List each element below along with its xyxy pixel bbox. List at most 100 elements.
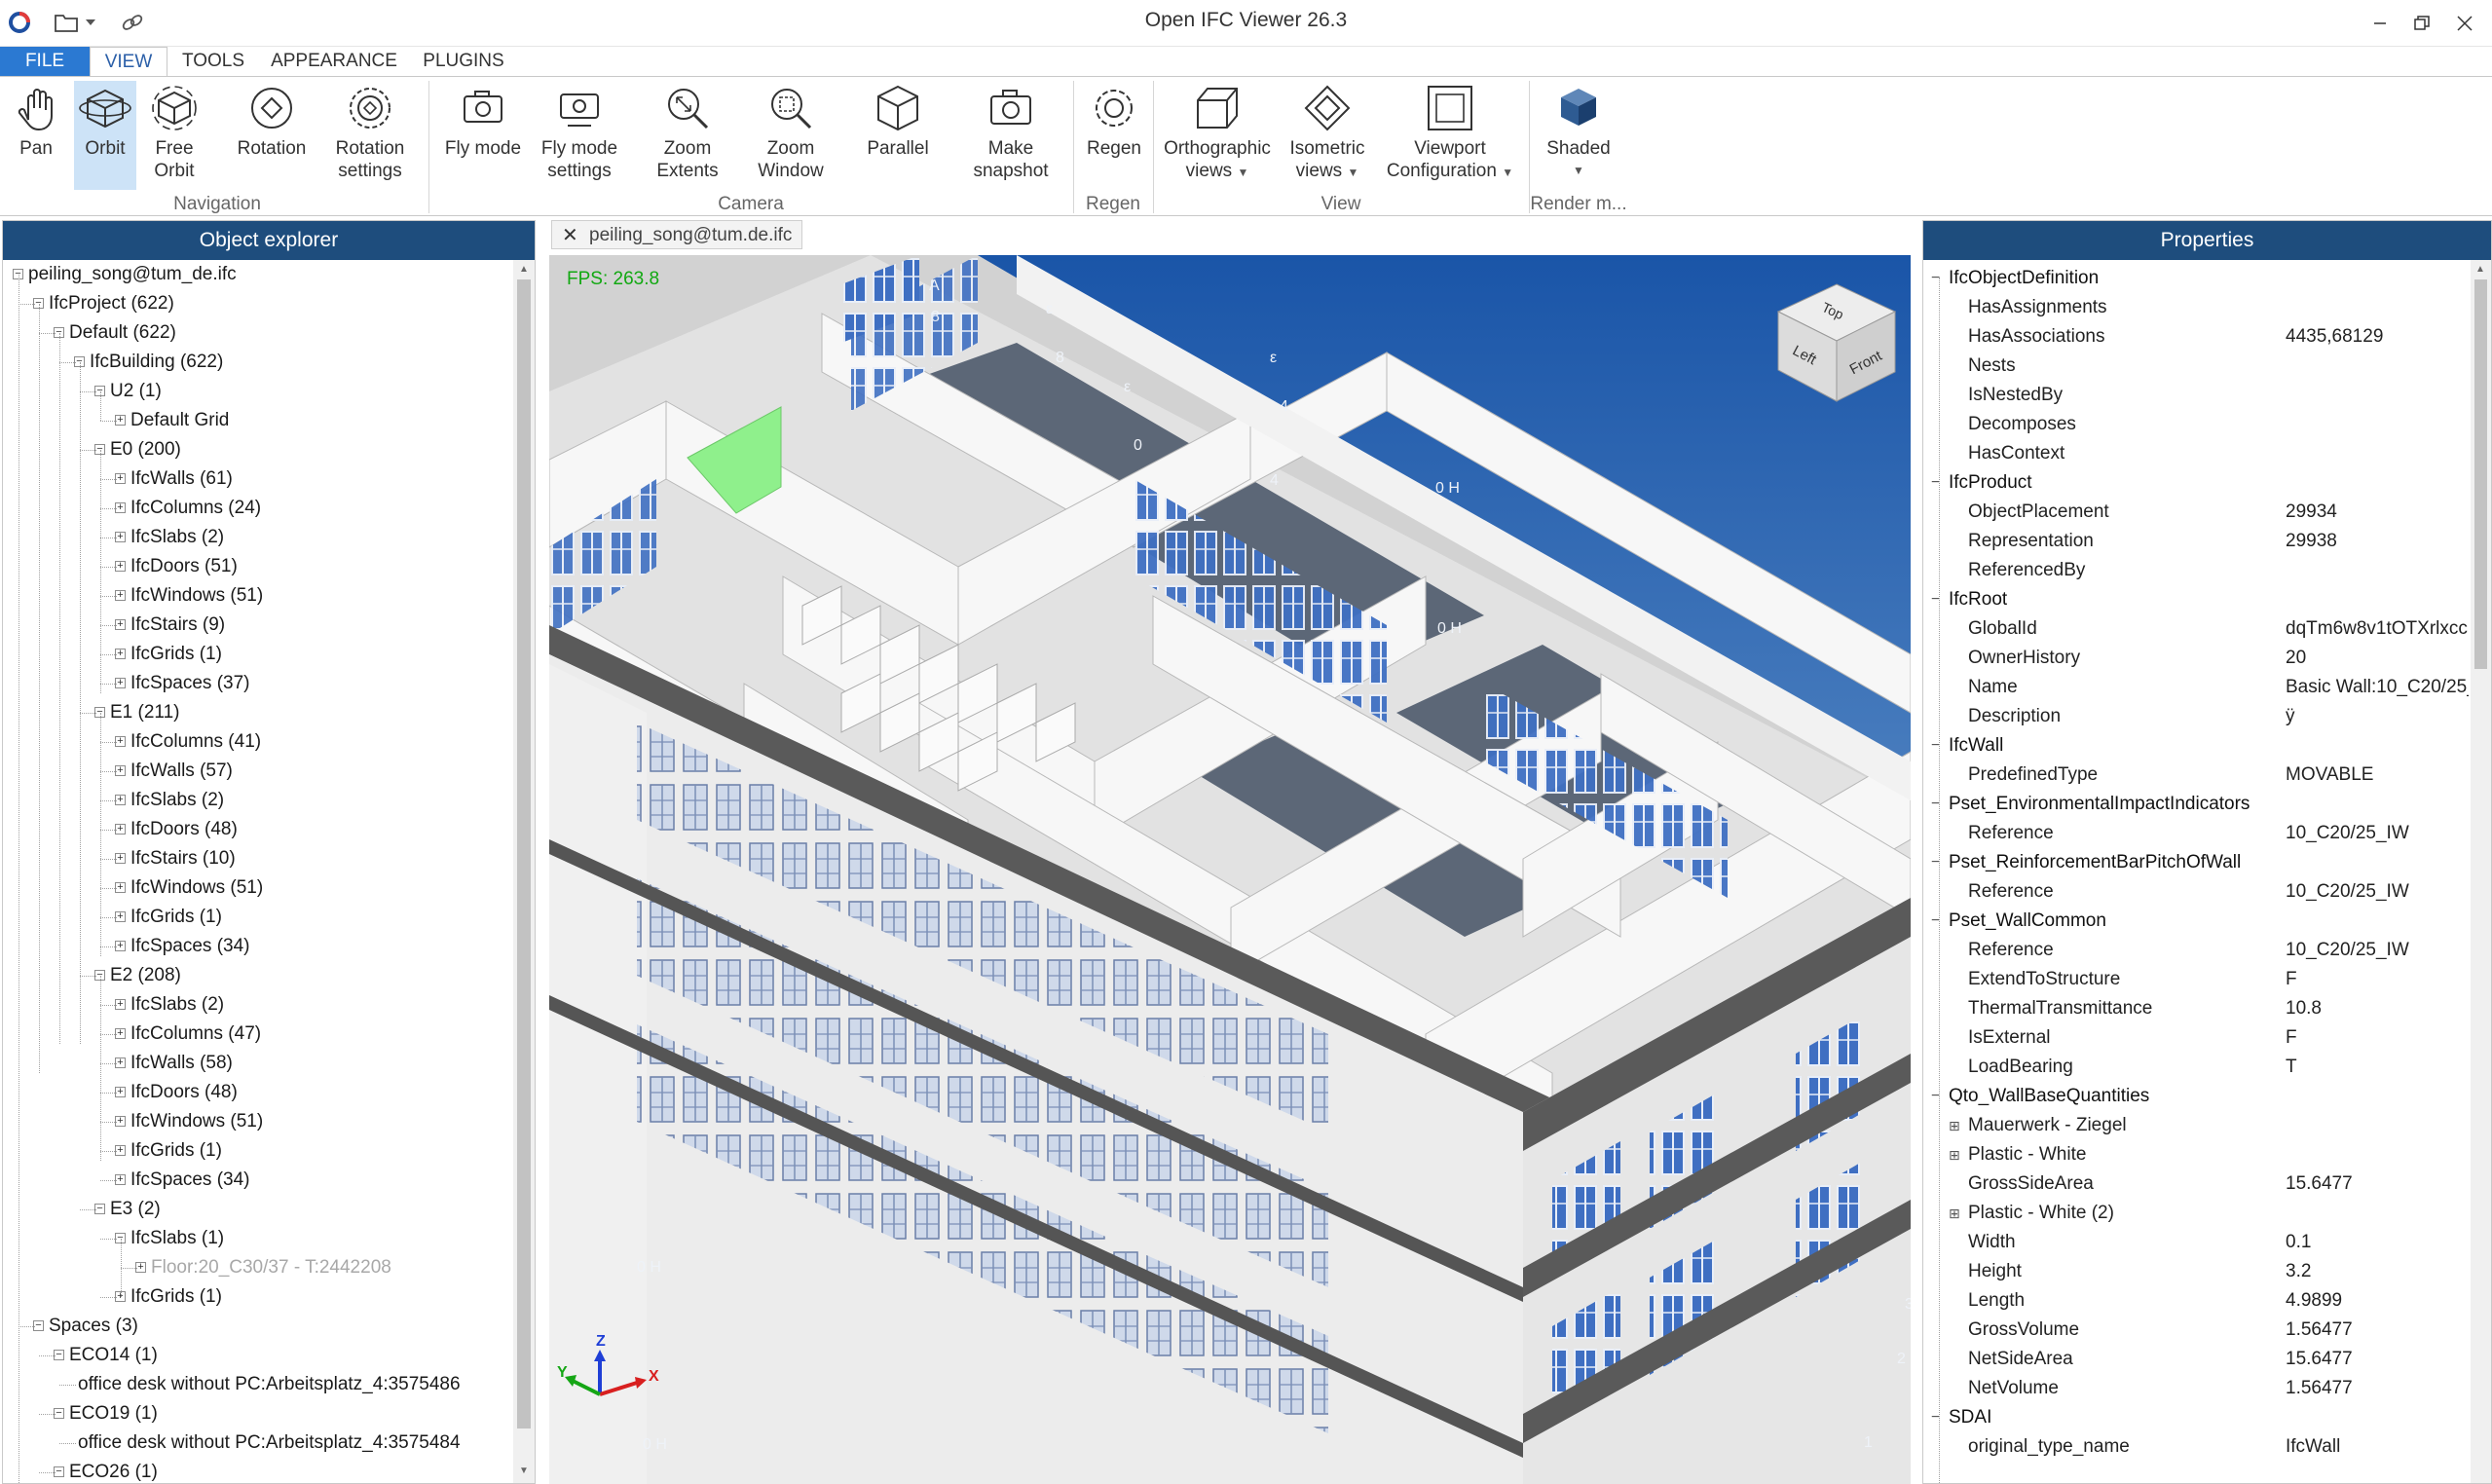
tree-node[interactable]: office desk without PC:Arbeitsplatz_4:35…: [78, 1428, 461, 1458]
tree-node[interactable]: IfcBuilding (622): [90, 348, 223, 377]
property-category[interactable]: − IfcObjectDefinition: [1923, 264, 2471, 293]
property-row[interactable]: NetVolume 1.56477: [1923, 1374, 2471, 1403]
tree-node[interactable]: IfcColumns (24): [130, 494, 261, 523]
tree-node[interactable]: IfcDoors (48): [130, 1078, 238, 1107]
property-row[interactable]: NetSideArea 15.6477: [1923, 1345, 2471, 1374]
property-row[interactable]: ObjectPlacement 29934: [1923, 498, 2471, 527]
tree-node[interactable]: Spaces (3): [49, 1312, 138, 1341]
3d-viewport[interactable]: A 8 ε 8 ε 0 ε 4 4 0 H 0 H 0 H 0 H 3 2 1 FPS: 263.8…: [549, 255, 1911, 1484]
property-row[interactable]: Representation 29938: [1923, 527, 2471, 556]
property-row[interactable]: Nests: [1923, 352, 2471, 381]
property-row[interactable]: ReferencedBy: [1923, 556, 2471, 585]
fly-mode-settings-button[interactable]: Fly mode settings: [536, 81, 623, 190]
tree-node[interactable]: E2 (208): [110, 961, 181, 990]
tree-node[interactable]: E1 (211): [110, 698, 179, 727]
tab-view[interactable]: VIEW: [90, 47, 167, 76]
property-row[interactable]: HasAssociations 4435,68129: [1923, 322, 2471, 352]
property-row[interactable]: Reference 10_C20/25_IW: [1923, 819, 2471, 848]
tree-node[interactable]: IfcSpaces (34): [130, 1166, 250, 1195]
property-row[interactable]: Description ÿ: [1923, 702, 2471, 731]
regen-button[interactable]: Regen: [1081, 81, 1147, 190]
properties-scroll-thumb[interactable]: [2474, 279, 2487, 669]
tree-node[interactable]: IfcColumns (47): [130, 1020, 261, 1049]
tree-node[interactable]: E3 (2): [110, 1195, 161, 1224]
tab-file[interactable]: FILE: [0, 47, 90, 76]
property-row[interactable]: GrossSideArea 15.6477: [1923, 1169, 2471, 1199]
tree-node[interactable]: IfcDoors (51): [130, 552, 238, 581]
rotation-settings-button[interactable]: Rotation settings: [325, 81, 415, 190]
property-row[interactable]: ⊞ Mauerwerk - Ziegel: [1923, 1111, 2471, 1140]
orthographic-views-button[interactable]: Orthographic views ▼: [1159, 81, 1276, 190]
viewport-configuration-button[interactable]: Viewport Configuration ▼: [1381, 81, 1519, 190]
scroll-down-icon[interactable]: ▼: [519, 1465, 529, 1476]
tree-node[interactable]: Default (622): [69, 318, 176, 348]
tree-node[interactable]: IfcStairs (9): [130, 611, 225, 640]
building-model-render[interactable]: A 8 ε 8 ε 0 ε 4 4 0 H 0 H 0 H 0 H 3 2 1 FPS: 263.8…: [549, 255, 1911, 1484]
property-row[interactable]: Decomposes: [1923, 410, 2471, 439]
property-row[interactable]: GlobalId dqTm6w8v1tOTXrlxcc: [1923, 614, 2471, 644]
document-tab[interactable]: ✕ peiling_song@tum.de.ifc: [551, 220, 803, 249]
property-category[interactable]: − IfcRoot: [1923, 585, 2471, 614]
expand-icon[interactable]: ⊞: [1949, 1119, 1960, 1132]
tree-node[interactable]: ECO26 (1): [69, 1458, 158, 1483]
tree-node[interactable]: IfcWalls (58): [130, 1049, 233, 1078]
make-snapshot-button[interactable]: Make snapshot: [964, 81, 1058, 190]
explorer-scrollbar[interactable]: ▲ ▼: [513, 260, 535, 1483]
tree-node[interactable]: Floor:20_C30/37 - T:2442208: [151, 1253, 391, 1282]
tree-node[interactable]: peiling_song@tum_de.ifc: [28, 260, 237, 289]
scroll-up-icon[interactable]: ▲: [2475, 264, 2485, 275]
tree-node[interactable]: IfcGrids (1): [130, 903, 222, 932]
scroll-up-icon[interactable]: ▲: [519, 264, 529, 275]
tree-node[interactable]: IfcSlabs (1): [130, 1224, 224, 1253]
rotation-button[interactable]: Rotation: [226, 81, 317, 190]
tree-node[interactable]: IfcWalls (61): [130, 464, 233, 494]
tree-node[interactable]: IfcProject (622): [49, 289, 174, 318]
tree-node[interactable]: IfcWindows (51): [130, 873, 263, 903]
shaded-button[interactable]: Shaded ▼: [1539, 81, 1618, 190]
property-row[interactable]: original_type_name IfcWall: [1923, 1432, 2471, 1462]
property-row[interactable]: GrossVolume 1.56477: [1923, 1316, 2471, 1345]
property-row[interactable]: OwnerHistory 20: [1923, 644, 2471, 673]
tree-node[interactable]: IfcDoors (48): [130, 815, 238, 844]
property-row[interactable]: ⊞ Plastic - White: [1923, 1140, 2471, 1169]
property-row[interactable]: Height 3.2: [1923, 1257, 2471, 1286]
tree-node[interactable]: ECO19 (1): [69, 1399, 158, 1428]
property-category[interactable]: − Qto_WallBaseQuantities: [1923, 1082, 2471, 1111]
expand-icon[interactable]: ⊞: [1949, 1206, 1960, 1220]
properties-scrollbar[interactable]: ▲: [2471, 260, 2491, 1483]
property-row[interactable]: HasAssignments: [1923, 293, 2471, 322]
tree-node[interactable]: IfcWalls (57): [130, 757, 233, 786]
tab-appearance[interactable]: APPEARANCE: [265, 47, 403, 76]
tree-node[interactable]: IfcSpaces (37): [130, 669, 250, 698]
free-orbit-button[interactable]: Free Orbit: [144, 81, 205, 190]
tree-node[interactable]: IfcWindows (51): [130, 581, 263, 611]
tree-node[interactable]: IfcSlabs (2): [130, 523, 224, 552]
zoom-window-button[interactable]: Zoom Window: [752, 81, 830, 190]
property-category[interactable]: − IfcWall: [1923, 731, 2471, 761]
tree-node[interactable]: IfcSpaces (34): [130, 932, 250, 961]
tree-node[interactable]: IfcGrids (1): [130, 1282, 222, 1312]
property-row[interactable]: IsExternal F: [1923, 1023, 2471, 1053]
tree-node[interactable]: E0 (200): [110, 435, 181, 464]
property-row[interactable]: Length 4.9899: [1923, 1286, 2471, 1316]
property-row[interactable]: PredefinedType MOVABLE: [1923, 761, 2471, 790]
tree-node[interactable]: IfcSlabs (2): [130, 786, 224, 815]
tree-node[interactable]: Default Grid: [130, 406, 229, 435]
close-icon[interactable]: [2440, 4, 2489, 43]
tree-node[interactable]: IfcColumns (41): [130, 727, 261, 757]
tab-tools[interactable]: TOOLS: [175, 47, 251, 76]
tree-node[interactable]: IfcGrids (1): [130, 1136, 222, 1166]
explorer-scroll-thumb[interactable]: [517, 279, 531, 1428]
property-category[interactable]: − SDAI: [1923, 1403, 2471, 1432]
property-category[interactable]: − Pset_ReinforcementBarPitchOfWall: [1923, 848, 2471, 877]
property-category[interactable]: − Pset_EnvironmentalImpactIndicators: [1923, 790, 2471, 819]
tree-node[interactable]: IfcWindows (51): [130, 1107, 263, 1136]
tab-plugins[interactable]: PLUGINS: [417, 47, 510, 76]
property-category[interactable]: − IfcProduct: [1923, 468, 2471, 498]
isometric-views-button[interactable]: Isometric views ▼: [1282, 81, 1373, 190]
property-row[interactable]: Width 0.1: [1923, 1228, 2471, 1257]
restore-icon[interactable]: [2398, 4, 2446, 43]
property-row[interactable]: Reference 10_C20/25_IW: [1923, 877, 2471, 907]
property-row[interactable]: HasContext: [1923, 439, 2471, 468]
expand-icon[interactable]: ⊞: [1949, 1148, 1960, 1162]
